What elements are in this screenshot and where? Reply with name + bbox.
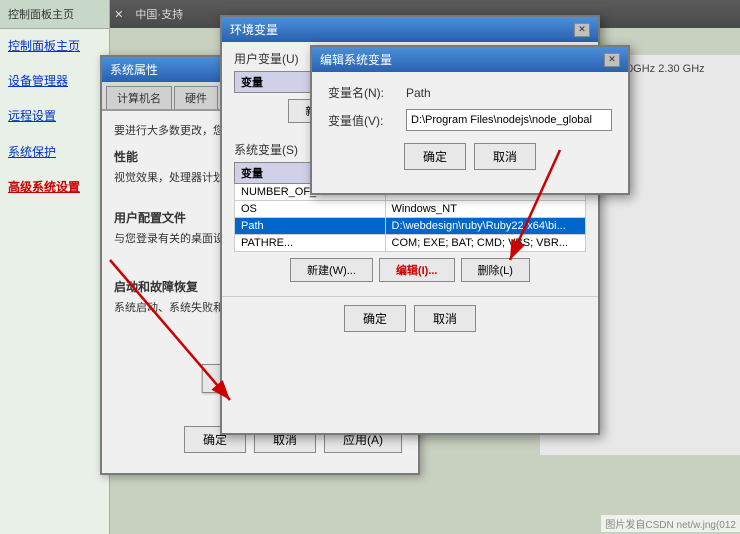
tab-computer-name[interactable]: 计算机名 <box>106 86 172 109</box>
edit-var-action-buttons: 确定 取消 <box>328 143 612 170</box>
table-row[interactable]: PathD:\webdesign\ruby\Ruby22-x64\bi... <box>235 218 586 235</box>
sidebar-item-system-protection[interactable]: 系统保护 <box>0 135 109 170</box>
env-vars-close-button[interactable]: ✕ <box>574 23 590 37</box>
edit-var-title: 编辑系统变量 <box>320 51 392 68</box>
edit-var-cancel-button[interactable]: 取消 <box>474 143 536 170</box>
var-value-input[interactable] <box>406 109 612 131</box>
env-vars-titlebar: 环境变量 ✕ <box>222 17 598 42</box>
table-cell-name: OS <box>235 201 386 218</box>
table-cell-name: Path <box>235 218 386 235</box>
env-sys-delete-button[interactable]: 删除(L) <box>461 258 530 282</box>
topbar-text2: ✕ <box>114 8 123 21</box>
env-sys-new-button[interactable]: 新建(W)... <box>290 258 373 282</box>
var-name-value: Path <box>406 86 431 100</box>
sys-props-title: 系统属性 <box>110 61 158 78</box>
edit-var-close-button[interactable]: ✕ <box>604 53 620 67</box>
sidebar-item-control-panel[interactable]: 控制面板主页 <box>0 29 109 64</box>
edit-var-ok-button[interactable]: 确定 <box>404 143 466 170</box>
env-sys-edit-button[interactable]: 编辑(I)... <box>379 258 455 282</box>
sidebar-header: 控制面板主页 <box>0 0 109 29</box>
topbar-text3: 中国·支持 <box>135 6 183 22</box>
left-sidebar: 控制面板主页 控制面板主页 设备管理器 远程设置 系统保护 高级系统设置 <box>0 0 110 534</box>
edit-var-dialog: 编辑系统变量 ✕ 变量名(N): Path 变量值(V): 确定 取消 <box>310 45 630 195</box>
env-vars-titlebar-buttons: ✕ <box>574 23 590 37</box>
table-cell-name: PATHRE... <box>235 235 386 252</box>
edit-var-body: 变量名(N): Path 变量值(V): 确定 取消 <box>312 72 628 182</box>
var-value-label: 变量值(V): <box>328 112 398 129</box>
var-name-label: 变量名(N): <box>328 84 398 101</box>
env-vars-title: 环境变量 <box>230 21 278 38</box>
watermark: 图片发自CSDN net/w.jng(012 <box>601 515 740 532</box>
var-value-row: 变量值(V): <box>328 109 612 131</box>
env-ok-button[interactable]: 确定 <box>344 305 406 332</box>
table-cell-value: Windows_NT <box>385 201 585 218</box>
edit-var-titlebar: 编辑系统变量 ✕ <box>312 47 628 72</box>
table-cell-value: COM; EXE; BAT; CMD; VBS; VBR... <box>385 235 585 252</box>
var-name-row: 变量名(N): Path <box>328 84 612 101</box>
env-system-action-buttons: 新建(W)... 编辑(I)... 删除(L) <box>234 252 586 288</box>
table-row[interactable]: OSWindows_NT <box>235 201 586 218</box>
env-cancel-button[interactable]: 取消 <box>414 305 476 332</box>
sidebar-item-advanced-settings[interactable]: 高级系统设置 <box>0 170 109 205</box>
table-cell-value: D:\webdesign\ruby\Ruby22-x64\bi... <box>385 218 585 235</box>
edit-var-titlebar-buttons: ✕ <box>604 53 620 67</box>
env-dialog-bottom-buttons: 确定 取消 <box>222 296 598 340</box>
table-row[interactable]: PATHRE...COM; EXE; BAT; CMD; VBS; VBR... <box>235 235 586 252</box>
tab-hardware[interactable]: 硬件 <box>174 86 218 109</box>
sidebar-item-device-manager[interactable]: 设备管理器 <box>0 64 109 99</box>
sidebar-item-remote-settings[interactable]: 远程设置 <box>0 99 109 134</box>
